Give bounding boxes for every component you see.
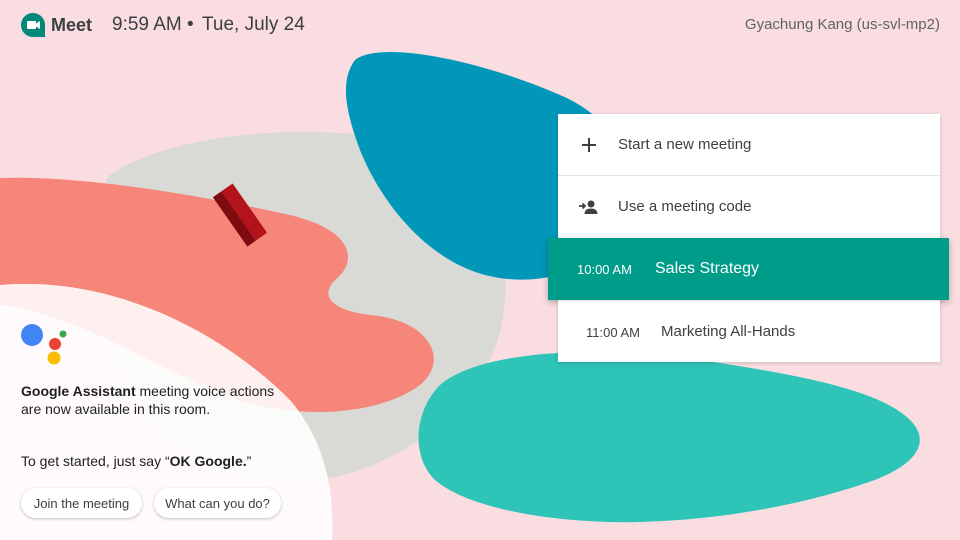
current-date: Tue, July 24 <box>202 14 305 35</box>
assistant-name: Google Assistant <box>21 383 136 399</box>
assistant-prompt: To get started, just say “OK Google.” <box>21 453 251 469</box>
teal-blob <box>418 352 920 523</box>
use-meeting-code-label: Use a meeting code <box>618 198 752 215</box>
separator-dot: • <box>187 14 194 35</box>
room-name: Gyachung Kang (us-svl-mp2) <box>744 16 940 33</box>
start-new-meeting-item[interactable]: Start a new meeting <box>558 114 940 176</box>
meeting-time: 11:00 AM <box>586 325 640 340</box>
join-meeting-chip[interactable]: Join the meeting <box>21 488 142 518</box>
person-add-icon <box>579 200 598 214</box>
meeting-item-marketing-all-hands[interactable]: 11:00 AM Marketing All-Hands <box>558 300 940 362</box>
assistant-hotword: OK Google. <box>169 453 247 469</box>
meet-logo-icon <box>21 13 45 37</box>
clock-time: 9:59 AM <box>112 14 182 35</box>
google-assistant-icon <box>21 324 67 365</box>
meeting-title: Marketing All-Hands <box>661 323 796 340</box>
top-bar: Meet 9:59 AM • Tue, July 24 Gyachung Kan… <box>0 0 960 50</box>
assistant-prompt-suffix: ” <box>246 453 252 469</box>
app-name: Meet <box>51 15 93 35</box>
meeting-time: 10:00 AM <box>577 262 632 277</box>
what-can-you-do-chip[interactable]: What can you do? <box>154 488 281 518</box>
plus-icon <box>582 138 596 152</box>
meeting-item-sales-strategy[interactable]: 10:00 AM Sales Strategy <box>548 238 949 300</box>
meeting-menu: Start a new meeting Use a meeting code 1… <box>548 114 949 362</box>
use-meeting-code-item[interactable]: Use a meeting code <box>558 176 940 238</box>
assistant-message: Google Assistant meeting voice actions a… <box>21 382 281 418</box>
assistant-prompt-prefix: To get started, just say “ <box>21 453 170 469</box>
meeting-title: Sales Strategy <box>655 260 760 277</box>
start-new-meeting-label: Start a new meeting <box>618 136 752 153</box>
